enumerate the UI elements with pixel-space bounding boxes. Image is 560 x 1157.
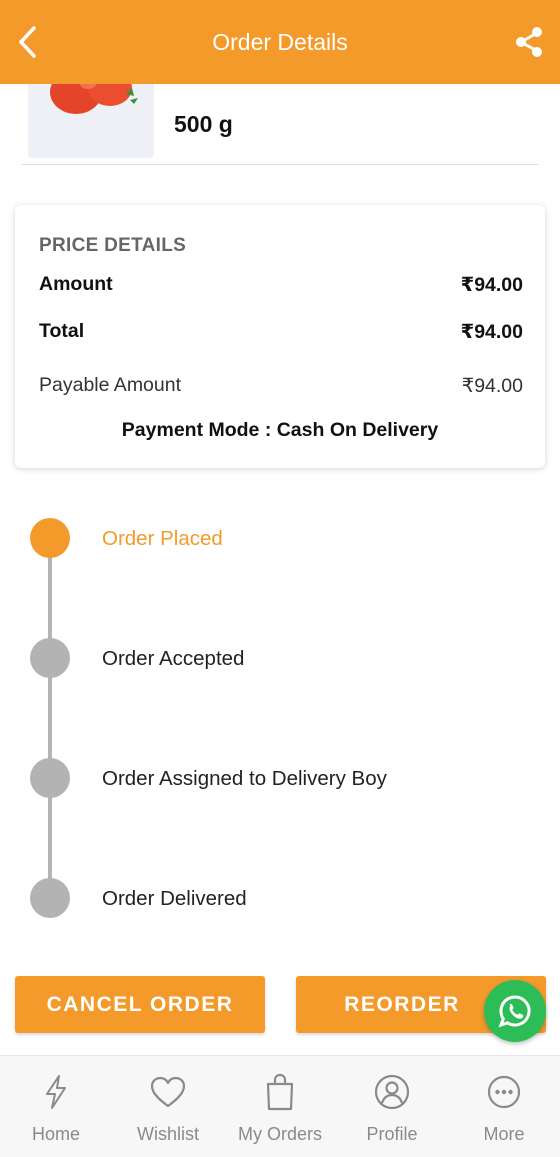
share-icon xyxy=(516,27,542,57)
whatsapp-button[interactable] xyxy=(484,980,546,1042)
amount-value: ₹94.00 xyxy=(460,274,523,296)
price-details-heading: PRICE DETAILS xyxy=(39,235,187,256)
shopping-bag-icon xyxy=(266,1073,294,1111)
whatsapp-icon xyxy=(498,995,531,1028)
timeline-step-order-placed: Order Placed xyxy=(102,527,223,550)
cancel-order-button[interactable]: CANCEL ORDER xyxy=(15,976,265,1033)
payable-amount-row: Payable Amount ₹94.00 xyxy=(39,374,523,398)
timeline-dot-order-delivered xyxy=(30,878,70,918)
timeline-step-order-accepted: Order Accepted xyxy=(102,647,245,670)
heart-icon xyxy=(150,1076,186,1108)
total-label: Total xyxy=(39,320,85,342)
nav-item-home[interactable]: Home xyxy=(0,1072,112,1152)
order-details-screen: Order Details 500 g PRICE DETAILS Amount xyxy=(0,0,560,1157)
divider xyxy=(22,164,538,165)
nav-label-home: Home xyxy=(31,1124,80,1144)
share-button[interactable] xyxy=(512,24,546,60)
amount-label: Amount xyxy=(39,273,113,295)
product-quantity: 500 g xyxy=(174,111,233,137)
timeline-line xyxy=(48,540,52,900)
amount-row: Amount ₹94.00 xyxy=(39,273,523,297)
timeline-step-order-delivered: Order Delivered xyxy=(102,887,247,910)
nav-item-more[interactable]: More xyxy=(448,1072,560,1152)
total-row: Total ₹94.00 xyxy=(39,320,523,344)
lightning-icon xyxy=(46,1075,66,1109)
timeline-dot-order-accepted xyxy=(30,638,70,678)
page-title: Order Details xyxy=(212,28,348,55)
payable-amount-value: ₹94.00 xyxy=(461,375,523,397)
app-header: Order Details xyxy=(0,0,560,84)
nav-label-more: More xyxy=(483,1124,525,1144)
payable-amount-label: Payable Amount xyxy=(39,374,182,396)
user-icon xyxy=(374,1074,410,1110)
reorder-label: REORDER xyxy=(344,992,460,1016)
bottom-navigation: Home Wishlist My Orders Profile More xyxy=(0,1055,560,1157)
more-icon xyxy=(487,1075,521,1109)
nav-item-wishlist[interactable]: Wishlist xyxy=(112,1072,224,1152)
price-details-card: PRICE DETAILS Amount ₹94.00 Total ₹94.00… xyxy=(15,205,545,468)
nav-label-wishlist: Wishlist xyxy=(137,1124,199,1144)
nav-item-my-orders[interactable]: My Orders xyxy=(224,1072,336,1152)
total-value: ₹94.00 xyxy=(460,321,523,343)
nav-label-my-orders: My Orders xyxy=(237,1124,322,1144)
nav-label-profile: Profile xyxy=(366,1124,418,1144)
payment-mode: Payment Mode : Cash On Delivery xyxy=(121,419,439,441)
timeline-dot-order-placed xyxy=(30,518,70,558)
nav-item-profile[interactable]: Profile xyxy=(336,1072,448,1152)
timeline-step-order-assigned: Order Assigned to Delivery Boy xyxy=(102,767,387,790)
timeline-dot-order-assigned xyxy=(30,758,70,798)
